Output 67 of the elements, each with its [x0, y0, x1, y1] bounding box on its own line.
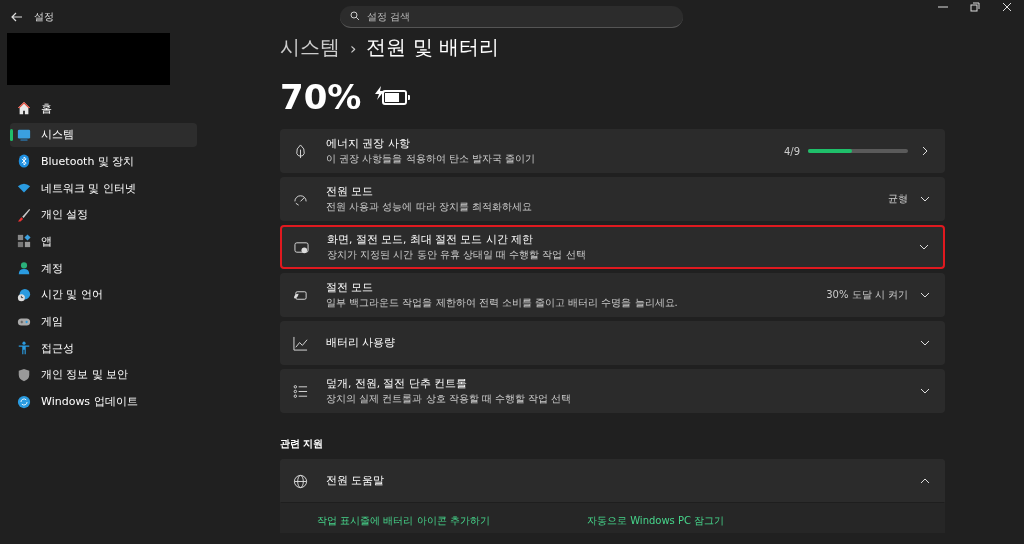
chevron-down-icon — [919, 242, 929, 252]
sidebar-item[interactable]: 개인 설정 — [10, 202, 197, 227]
card-description: 전원 사용과 성능에 따라 장치를 최적화하세요 — [326, 199, 533, 214]
globe-clock-icon — [17, 287, 31, 302]
battery-percent: 70% — [280, 77, 362, 117]
sidebar-item[interactable]: 접근성 — [10, 336, 197, 361]
help-link[interactable]: 자동으로 Windows PC 잠그기 — [587, 514, 725, 533]
close-icon[interactable] — [1002, 2, 1012, 12]
sidebar-item[interactable]: 개인 정보 및 보안 — [10, 362, 197, 387]
sidebar-item[interactable]: 앱 — [10, 229, 197, 254]
search-icon — [350, 10, 360, 21]
update-icon — [17, 394, 31, 409]
sidebar-item[interactable]: 시간 및 언어 — [10, 282, 197, 307]
line-chart-icon — [293, 335, 308, 351]
card-value: 30% 도달 시 켜기 — [826, 288, 908, 302]
house-icon — [17, 101, 31, 115]
settings-card[interactable]: 에너지 권장 사항 이 권장 사항들을 적용하여 탄소 발자국 줄이기 4/9 — [280, 129, 945, 173]
page-title: 전원 및 배터리 — [366, 34, 500, 61]
card-title: 덮개, 전원, 절전 단추 컨트롤 — [326, 376, 469, 391]
card-description: 이 권장 사항들을 적용하여 탄소 발자국 줄이기 — [326, 151, 537, 166]
card-title: 전원 도움말 — [326, 474, 386, 488]
person-icon — [17, 261, 31, 276]
card-value: 균형 — [888, 192, 908, 206]
leaf-icon — [293, 143, 308, 159]
list-icon — [293, 383, 308, 399]
card-description: 장치가 지정된 시간 동안 유휴 상태일 때 수행할 작업 선택 — [327, 247, 587, 262]
card-description: 일부 백그라운드 작업을 제한하여 전력 소비를 줄이고 배터리 수명을 늘리세요. — [326, 295, 679, 310]
chevron-down-icon — [920, 338, 930, 348]
settings-card[interactable]: 덮개, 전원, 절전 단추 컨트롤 장치의 실제 컨트롤과 상호 작용할 때 수행할 작업 선택 — [280, 369, 945, 413]
chevron-right-icon — [920, 146, 930, 156]
restore-icon[interactable] — [970, 2, 980, 12]
chevron-down-icon — [920, 386, 930, 396]
section-heading: 관련 지원 — [280, 437, 325, 451]
search-field[interactable]: 설정 검색 — [340, 5, 683, 28]
breadcrumb-parent[interactable]: 시스템 — [280, 34, 340, 61]
apps-icon — [17, 234, 31, 249]
screen-moon-icon — [294, 239, 309, 255]
card-title: 배터리 사용량 — [326, 336, 397, 350]
brush-icon — [17, 207, 31, 222]
card-description: 장치의 실제 컨트롤과 상호 작용할 때 수행할 작업 선택 — [326, 391, 573, 406]
accessibility-icon — [17, 341, 31, 356]
settings-card[interactable]: 절전 모드 일부 백그라운드 작업을 제한하여 전력 소비를 줄이고 배터리 수명을 늘리세요. 30% 도달 시 켜기 — [280, 273, 945, 317]
card-title: 전원 모드 — [326, 184, 375, 199]
window-title: 설정 — [34, 10, 54, 24]
settings-card[interactable]: 화면, 절전 모드, 최대 절전 모드 시간 제한 장치가 지정된 시간 동안 유휴 상태일 때 수행할 작업 선택 — [280, 225, 945, 269]
card-title: 에너지 권장 사항 — [326, 136, 411, 151]
sidebar-item[interactable]: Windows 업데이트 — [10, 389, 197, 414]
sidebar-item[interactable]: 홈 — [10, 96, 197, 120]
breadcrumb-separator: › — [350, 39, 357, 58]
shield-icon — [17, 367, 31, 382]
sidebar-item[interactable]: 시스템 — [10, 122, 197, 147]
monitor-icon — [17, 127, 31, 142]
back-arrow-icon[interactable] — [11, 12, 23, 22]
sidebar-item[interactable]: Bluetooth 및 장치 — [10, 149, 197, 174]
settings-card[interactable]: 전원 모드 전원 사용과 성능에 따라 장치를 최적화하세요 균형 — [280, 177, 945, 221]
card-value: 4/9 — [783, 145, 800, 157]
bluetooth-icon — [17, 154, 31, 169]
sidebar-item[interactable]: 계정 — [10, 256, 197, 281]
card-title: 화면, 절전 모드, 최대 절전 모드 시간 제한 — [327, 232, 535, 247]
chevron-down-icon — [920, 194, 930, 204]
sidebar-item[interactable]: 네트워크 및 인터넷 — [10, 176, 197, 201]
globe-icon — [293, 473, 308, 489]
chevron-down-icon — [920, 290, 930, 300]
sidebar-item[interactable]: 게임 — [10, 309, 197, 334]
card-title: 절전 모드 — [326, 280, 375, 295]
settings-card[interactable]: 배터리 사용량 — [280, 321, 945, 365]
help-link[interactable]: 작업 표시줄에 배터리 아이콘 추가하기 — [317, 514, 497, 533]
